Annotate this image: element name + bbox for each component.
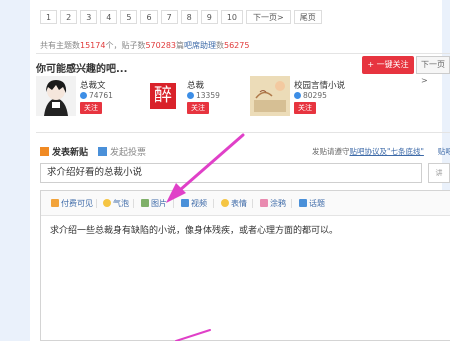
annotation-arrow-line-lower [175, 329, 211, 341]
annotation-arrow-overlay [166, 133, 245, 341]
annotation-arrow-line [178, 133, 245, 192]
